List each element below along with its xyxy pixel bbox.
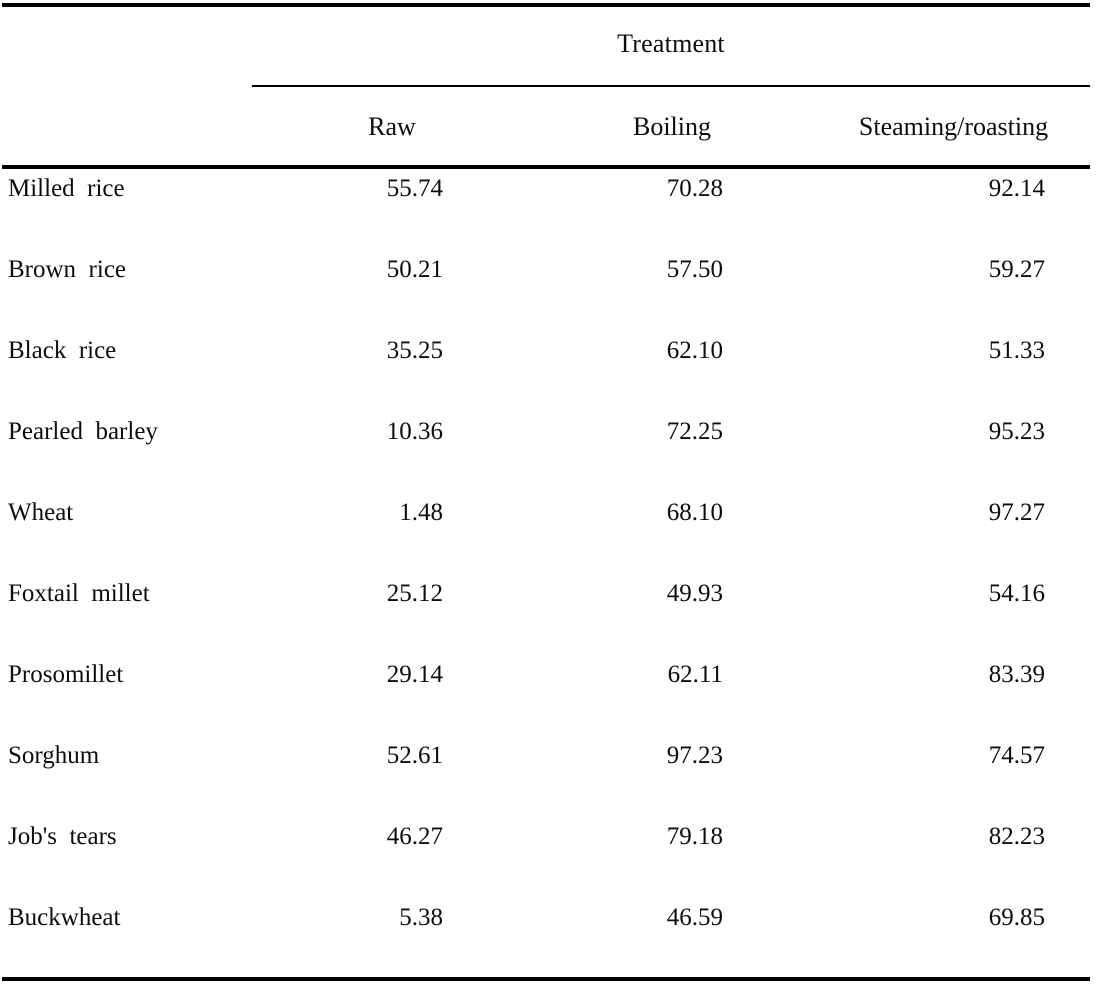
cell-steaming: 82.23 [988,823,1045,850]
cell-steaming: 95.23 [988,418,1045,445]
cell-steaming: 97.27 [988,499,1045,526]
cell-boiling: 72.25 [666,418,723,445]
table-row: Black rice 35.25 62.10 51.33 [0,331,1103,412]
cell-steaming: 69.85 [988,904,1045,931]
cell-raw: 10.36 [386,418,443,445]
cell-boiling: 62.11 [667,661,723,688]
table-bottom-rule [2,977,1090,981]
cell-boiling: 70.28 [666,175,723,202]
table-row: Wheat 1.48 68.10 97.27 [0,493,1103,574]
row-label: Black rice [8,337,117,364]
cell-boiling: 79.18 [666,823,723,850]
table-row: Job's tears 46.27 79.18 82.23 [0,817,1103,898]
cell-raw: 5.38 [399,904,443,931]
table-row: Foxtail millet 25.12 49.93 54.16 [0,574,1103,655]
row-label: Wheat [8,499,74,526]
cell-raw: 55.74 [386,175,443,202]
cell-boiling: 62.10 [666,337,723,364]
row-label: Pearled barley [8,418,158,445]
cell-raw: 50.21 [386,256,443,283]
row-label: Job's tears [8,823,117,850]
row-label: Buckwheat [8,904,121,931]
row-label: Foxtail millet [8,580,150,607]
cell-boiling: 49.93 [666,580,723,607]
row-label: Milled rice [8,175,125,202]
table-top-rule [2,3,1090,7]
row-label: Prosomillet [8,661,124,688]
cell-boiling: 68.10 [666,499,723,526]
column-header-raw: Raw [368,112,416,141]
cell-raw: 35.25 [386,337,443,364]
cell-raw: 46.27 [386,823,443,850]
spanner-header-treatment: Treatment [617,29,725,58]
row-label: Brown rice [8,256,127,283]
cell-boiling: 46.59 [666,904,723,931]
data-table: Treatment Raw Boiling Steaming/roasting … [0,0,1103,985]
table-row: Milled rice 55.74 70.28 92.14 [0,169,1103,250]
table-row: Buckwheat 5.38 46.59 69.85 [0,898,1103,979]
cell-raw: 29.14 [386,661,443,688]
cell-raw: 52.61 [386,742,443,769]
table-row: Prosomillet 29.14 62.11 83.39 [0,655,1103,736]
table-body: Milled rice 55.74 70.28 92.14 Brown rice… [0,169,1103,979]
cell-steaming: 74.57 [988,742,1045,769]
row-label: Sorghum [8,742,100,769]
table-row: Pearled barley 10.36 72.25 95.23 [0,412,1103,493]
column-header-boiling: Boiling [632,112,711,141]
cell-raw: 25.12 [386,580,443,607]
cell-steaming: 83.39 [988,661,1045,688]
spanner-rule [252,85,1090,87]
cell-boiling: 97.23 [666,742,723,769]
cell-steaming: 59.27 [988,256,1045,283]
cell-steaming: 51.33 [988,337,1045,364]
table-row: Brown rice 50.21 57.50 59.27 [0,250,1103,331]
cell-raw: 1.48 [399,499,443,526]
cell-steaming: 92.14 [988,175,1045,202]
table-row: Sorghum 52.61 97.23 74.57 [0,736,1103,817]
column-header-steaming-roasting: Steaming/roasting [858,112,1049,141]
column-header-row: Raw Boiling Steaming/roasting [0,109,1103,149]
cell-boiling: 57.50 [666,256,723,283]
cell-steaming: 54.16 [988,580,1045,607]
